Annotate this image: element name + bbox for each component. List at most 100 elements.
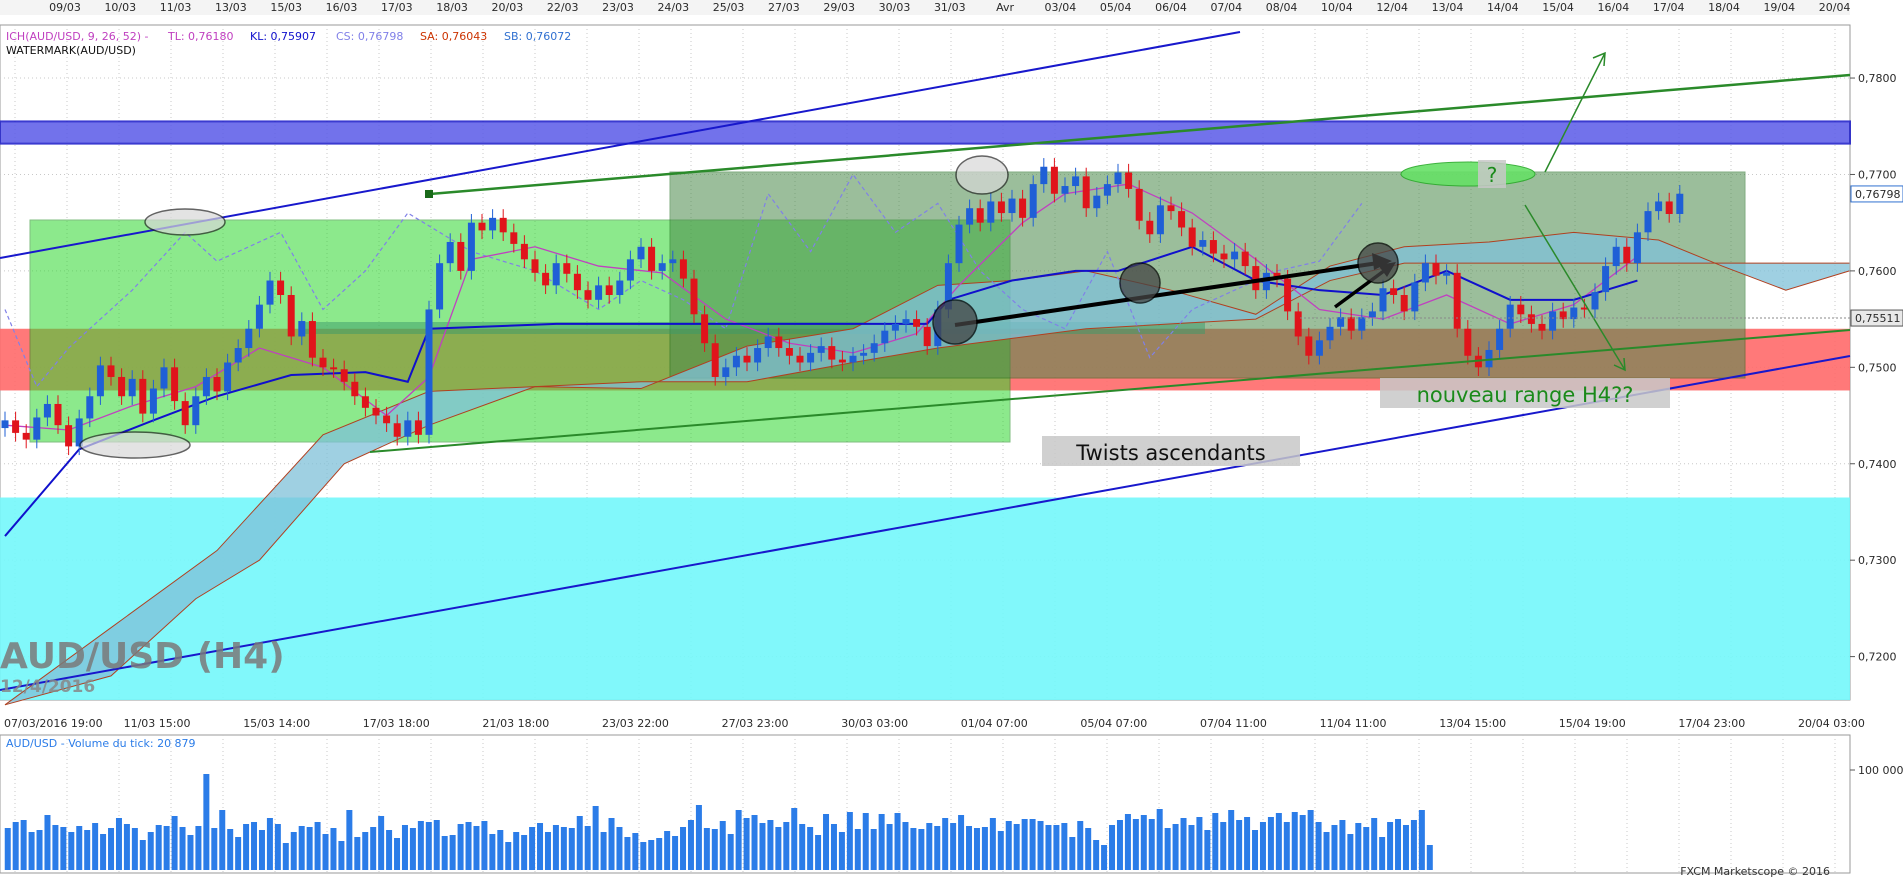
candle-bullish[interactable] — [881, 330, 889, 344]
candle-bullish[interactable] — [224, 362, 232, 392]
candle-bullish[interactable] — [1655, 201, 1663, 212]
candle-bullish[interactable] — [891, 323, 899, 331]
candle-bearish[interactable] — [1347, 317, 1355, 331]
candle-bearish[interactable] — [54, 403, 62, 426]
candle-bearish[interactable] — [308, 321, 316, 358]
candle-bearish[interactable] — [65, 425, 73, 447]
candle-bullish[interactable] — [732, 355, 740, 368]
trendline-anchor-handle[interactable] — [425, 190, 433, 198]
candle-bullish[interactable] — [1093, 195, 1101, 209]
candle-bullish[interactable] — [817, 346, 825, 353]
candle-bearish[interactable] — [1209, 240, 1217, 254]
candle-bearish[interactable] — [531, 259, 539, 273]
candle-bearish[interactable] — [107, 365, 115, 377]
candle-bullish[interactable] — [1072, 176, 1080, 187]
candle-bullish[interactable] — [1358, 317, 1366, 331]
candle-bullish[interactable] — [955, 224, 963, 264]
candle-bullish[interactable] — [1326, 326, 1334, 341]
candle-bearish[interactable] — [457, 241, 465, 271]
candle-bullish[interactable] — [626, 259, 634, 281]
candle-bullish[interactable] — [446, 241, 454, 264]
candle-bearish[interactable] — [1453, 272, 1461, 329]
candle-bearish[interactable] — [1390, 288, 1398, 295]
candle-bearish[interactable] — [743, 355, 751, 363]
candle-bullish[interactable] — [192, 396, 200, 426]
candle-bearish[interactable] — [499, 217, 507, 233]
candle-bearish[interactable] — [372, 407, 380, 416]
candle-bearish[interactable] — [330, 367, 338, 370]
candle-bullish[interactable] — [987, 201, 995, 223]
candle-bullish[interactable] — [902, 319, 910, 324]
candle-bearish[interactable] — [12, 420, 20, 433]
candle-bullish[interactable] — [870, 343, 878, 353]
candle-bearish[interactable] — [1305, 336, 1313, 356]
candle-bearish[interactable] — [361, 396, 369, 408]
candle-bullish[interactable] — [1040, 166, 1048, 185]
candle-bullish[interactable] — [849, 355, 857, 363]
candle-bullish[interactable] — [1676, 193, 1684, 214]
candle-bullish[interactable] — [404, 420, 412, 437]
candle-bearish[interactable] — [181, 401, 189, 426]
candle-bearish[interactable] — [1665, 201, 1673, 214]
candle-bearish[interactable] — [340, 369, 348, 382]
candle-bearish[interactable] — [1241, 251, 1249, 267]
candle-bearish[interactable] — [118, 376, 126, 397]
candle-bearish[interactable] — [1623, 246, 1631, 264]
candle-bullish[interactable] — [966, 208, 974, 225]
candle-bearish[interactable] — [1432, 263, 1440, 276]
chart-canvas[interactable]: ? nouveau range H4?? Twists ascendants 09/… — [0, 0, 1903, 878]
candle-bullish[interactable] — [1570, 307, 1578, 320]
candle-bullish[interactable] — [637, 246, 645, 260]
candle-bullish[interactable] — [43, 403, 51, 418]
candle-bearish[interactable] — [1517, 304, 1525, 315]
candle-bullish[interactable] — [1644, 211, 1652, 233]
candle-bullish[interactable] — [552, 263, 560, 286]
candle-bearish[interactable] — [1464, 328, 1472, 356]
candle-bearish[interactable] — [1538, 323, 1546, 331]
candle-bearish[interactable] — [828, 346, 836, 360]
candle-bullish[interactable] — [860, 352, 868, 356]
candle-bearish[interactable] — [1252, 266, 1260, 291]
candle-bearish[interactable] — [351, 381, 359, 397]
candle-bearish[interactable] — [997, 201, 1005, 214]
candle-bearish[interactable] — [22, 432, 30, 440]
candle-bullish[interactable] — [1411, 282, 1419, 312]
candle-bullish[interactable] — [149, 388, 157, 414]
candle-bearish[interactable] — [1082, 176, 1090, 209]
candle-bullish[interactable] — [1114, 172, 1122, 185]
candle-bullish[interactable] — [86, 396, 94, 419]
candle-bullish[interactable] — [1103, 184, 1111, 196]
candle-bullish[interactable] — [1443, 272, 1451, 276]
candle-bullish[interactable] — [1591, 292, 1599, 310]
candle-bearish[interactable] — [796, 355, 804, 363]
candle-bearish[interactable] — [648, 246, 656, 271]
candle-bullish[interactable] — [1061, 186, 1069, 194]
candle-bearish[interactable] — [478, 222, 486, 231]
candle-bearish[interactable] — [520, 243, 528, 260]
candle-bearish[interactable] — [679, 259, 687, 279]
candle-bullish[interactable] — [160, 367, 168, 389]
candle-bullish[interactable] — [669, 259, 677, 264]
candle-bullish[interactable] — [1337, 317, 1345, 327]
candle-bullish[interactable] — [1421, 263, 1429, 283]
candle-bearish[interactable] — [1135, 188, 1143, 221]
candle-bearish[interactable] — [1019, 198, 1027, 218]
candle-bullish[interactable] — [298, 321, 306, 337]
candle-bearish[interactable] — [1167, 205, 1175, 212]
candle-bullish[interactable] — [33, 417, 41, 440]
candle-bullish[interactable] — [616, 280, 624, 295]
candle-bullish[interactable] — [1612, 246, 1620, 267]
candle-bullish[interactable] — [202, 376, 210, 397]
candle-bullish[interactable] — [1008, 198, 1016, 214]
candle-bearish[interactable] — [171, 367, 179, 402]
candle-bearish[interactable] — [1178, 211, 1186, 228]
forex-chart[interactable]: ? nouveau range H4?? Twists ascendants 09/… — [0, 0, 1903, 878]
candle-bearish[interactable] — [319, 357, 327, 368]
candle-bearish[interactable] — [923, 326, 931, 347]
candle-bearish[interactable] — [563, 263, 571, 274]
candle-bearish[interactable] — [1125, 172, 1133, 189]
candle-bearish[interactable] — [785, 348, 793, 356]
candle-bullish[interactable] — [96, 365, 104, 397]
candle-bullish[interactable] — [807, 352, 815, 363]
candle-bullish[interactable] — [245, 328, 253, 349]
